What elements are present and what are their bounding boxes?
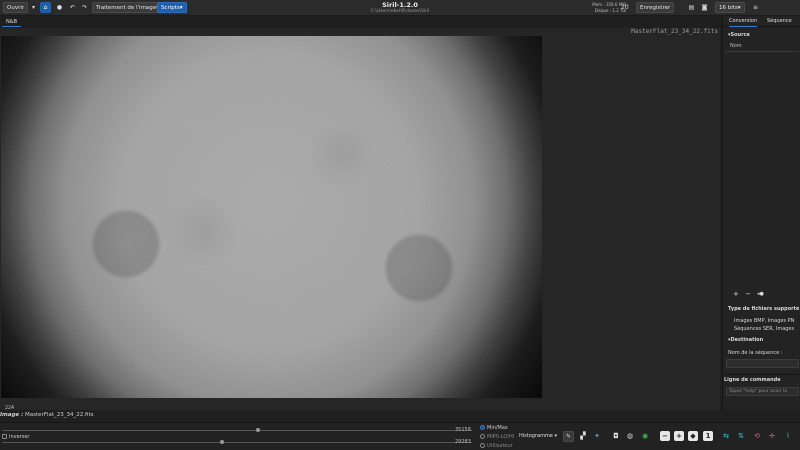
siril-logo-icon[interactable]: ✦ [592, 431, 602, 441]
command-placeholder: Tapez "help" pour avoir la [729, 389, 787, 394]
tab-grayscale[interactable]: N&B [2, 17, 22, 27]
header-bar: Ouvrir ▾ ⌂ ● ↶ ↷ Traitement de l'image▾ … [0, 0, 800, 16]
image-info-row: Image : MasterFlat_23_34_22.fits [0, 412, 94, 418]
image-viewer[interactable]: MasterFlat_23_34_22.fits [0, 28, 720, 410]
mirror-icon[interactable]: ⇅ [736, 431, 746, 441]
divider [725, 51, 799, 52]
snapshot-icon[interactable]: ◘ [611, 431, 621, 441]
invert-checkbox[interactable] [2, 434, 7, 439]
mips-radio[interactable] [480, 434, 485, 439]
max-slider-handle[interactable] [256, 428, 260, 432]
file-types-line: Images BMP, Images PN [734, 318, 795, 324]
min-slider-handle[interactable] [220, 440, 224, 444]
mips-option: MIPS-LO/HI [487, 434, 515, 440]
hamburger-icon[interactable]: ≡ [750, 2, 761, 13]
sequence-name-input[interactable] [726, 359, 799, 368]
crosshair-icon[interactable]: ✛ [767, 431, 777, 441]
zoom-in-icon[interactable]: + [674, 431, 684, 441]
destination-section-header[interactable]: ▾Destination [728, 337, 763, 343]
right-panel-tabs: Conversion Séquence [723, 16, 800, 27]
minmax-radio[interactable] [480, 425, 485, 430]
name-column-header[interactable]: Nom [730, 43, 742, 49]
image-filename-overlay: MasterFlat_23_34_22.fits [631, 28, 718, 35]
globe-icon[interactable]: ◍ [625, 431, 635, 441]
image-filename: MasterFlat_23_34_22.fits [25, 412, 94, 418]
zoom-fit-icon[interactable]: ◆ [688, 431, 698, 441]
save-button[interactable]: Enregistrer [636, 2, 675, 13]
dust-donut-faint [167, 195, 239, 267]
max-slider[interactable] [2, 430, 472, 431]
divider [725, 374, 799, 375]
min-value[interactable]: 29283 [455, 439, 471, 445]
rotate-icon[interactable]: ⟲ [752, 431, 762, 441]
max-value[interactable]: 35158 [455, 427, 471, 433]
dust-donut [90, 208, 162, 280]
source-section-header[interactable]: ▾Source [728, 32, 750, 38]
command-line-input[interactable]: Tapez "help" pour avoir la [726, 387, 799, 396]
save-options-icon[interactable]: ▤ [686, 2, 697, 13]
zoom-one-icon[interactable]: 1 [703, 431, 713, 441]
right-panel: Conversion Séquence ▾Source Nom + − ◂● T… [722, 16, 800, 410]
clear-list-icon[interactable]: ◂● [757, 291, 764, 297]
bottom-toolbar: Inverser 35158 29283 Min/Max MIPS-LO/HI … [0, 422, 800, 450]
image-label: Image : [0, 412, 24, 418]
min-slider[interactable] [2, 442, 472, 443]
tab-conversion[interactable]: Conversion [729, 17, 758, 27]
pixel-value-readout: 224 [5, 405, 15, 411]
color-scale-icon[interactable]: ▞ [578, 431, 588, 441]
dust-donut [383, 232, 455, 304]
sequence-name-label: Nom de la séquence : [728, 350, 783, 356]
flip-icon[interactable]: ⇆ [721, 431, 731, 441]
user-radio[interactable] [480, 443, 485, 448]
memory-disk-info: Mem : 356.6 MiB Disque : 1.2 Tib [578, 2, 626, 14]
file-types-title: Type de fichiers supporté [728, 306, 800, 312]
zoom-out-icon[interactable]: − [660, 431, 670, 441]
user-option: Utilisateur [487, 443, 513, 449]
minmax-option: Min/Max [487, 425, 508, 431]
bit-depth-dropdown[interactable]: 16 bits▾ [715, 2, 745, 13]
add-icon[interactable]: + [733, 290, 739, 298]
remove-icon[interactable]: − [745, 290, 751, 298]
annotate-icon[interactable]: ⌇ [783, 431, 793, 441]
working-directory-path: C:\Users\okel\Pictures\Siril [370, 9, 430, 14]
file-types-line: Séquences SER, Images [734, 326, 795, 332]
flat-frame-image [1, 36, 542, 398]
camera-icon[interactable]: ◙ [699, 2, 710, 13]
invert-label: Inverser [9, 434, 30, 440]
eyedropper-icon[interactable]: ✎ [563, 431, 574, 442]
dust-donut-faint [307, 120, 375, 188]
zoom-level: 20 [621, 4, 629, 11]
command-line-title: Ligne de commande [724, 377, 781, 383]
disk-usage: Disque : 1.2 Tib [594, 8, 626, 13]
app-title: Siril-1.2.0 [382, 1, 418, 9]
image-canvas[interactable] [1, 36, 542, 398]
display-mode-dropdown[interactable]: Histogramme ▾ [519, 432, 557, 441]
tab-sequence[interactable]: Séquence [767, 17, 792, 26]
color-icon[interactable]: ◉ [640, 431, 650, 441]
